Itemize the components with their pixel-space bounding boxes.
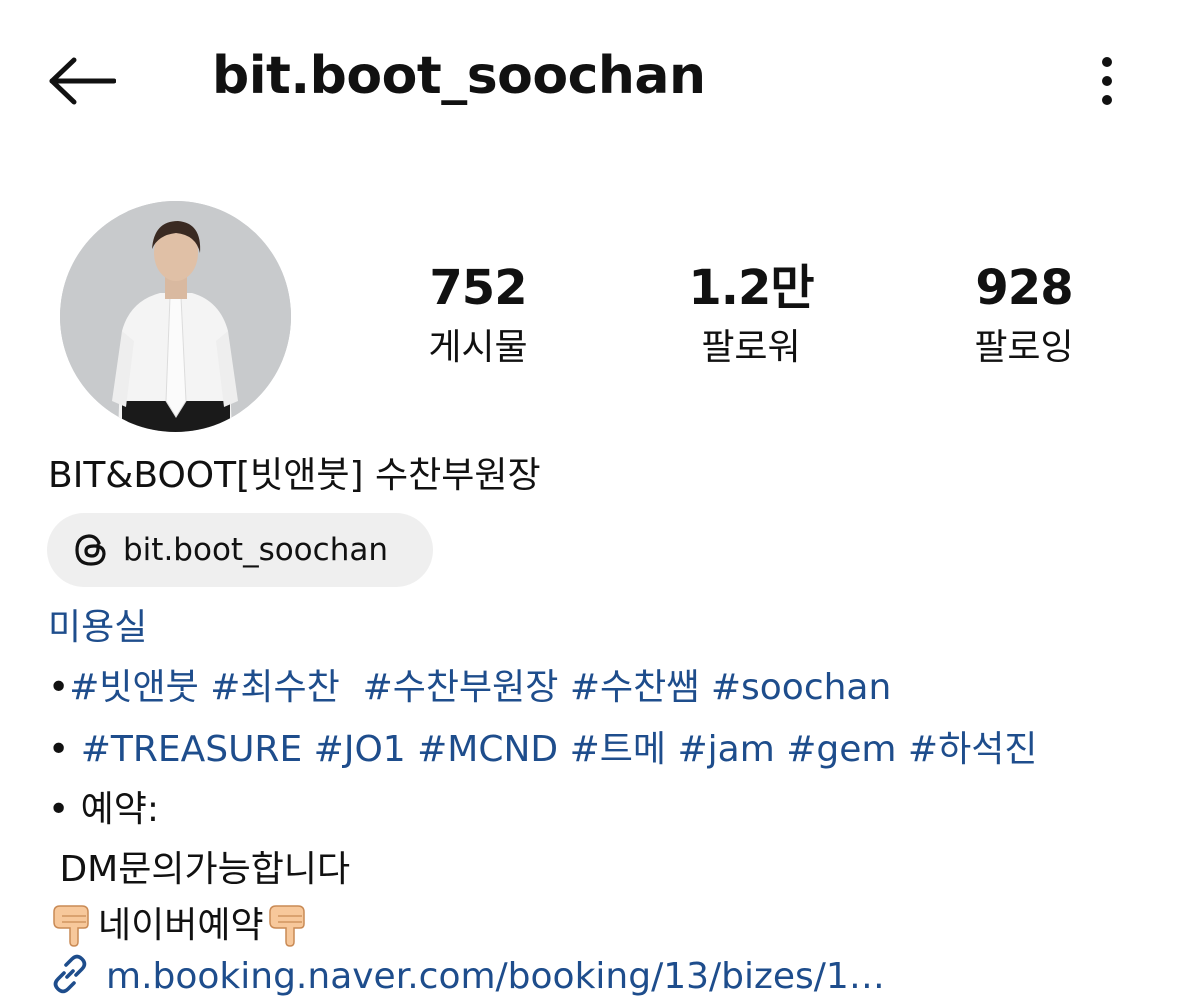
hashtag-link[interactable]: #빗앤붓 — [69, 667, 199, 708]
bio-external-link[interactable]: m.booking.naver.com/booking/13/bizes/1… — [48, 952, 885, 1000]
avatar-image — [60, 201, 291, 432]
posts-label: 게시물 — [428, 327, 528, 368]
posts-count: 752 — [429, 260, 527, 316]
following-label: 팔로잉 — [974, 327, 1074, 368]
bio-hashtag-line-1: •#빗앤붓 #최수찬 #수찬부원장 #수찬쌤 #soochan — [48, 658, 891, 710]
hashtag-link[interactable]: #gem — [786, 729, 896, 770]
profile-username-title: bit.boot_soochan — [212, 46, 706, 106]
bio-hashtag-line-2: • #TREASURE #JO1 #MCND #트메 #jam #gem #하석… — [48, 720, 1037, 772]
hashtag-link[interactable]: #수찬부원장 — [363, 667, 559, 708]
bio-naver-line: 네이버예약 — [48, 896, 314, 957]
followers-stat[interactable]: 1.2만 팔로워 — [651, 258, 851, 376]
hashtag-link[interactable]: #하석진 — [908, 729, 1038, 770]
more-vertical-icon — [1100, 56, 1114, 110]
threads-icon — [71, 530, 111, 570]
hashtag-link[interactable]: #soochan — [711, 667, 891, 708]
link-icon — [48, 952, 92, 1000]
hashtag-link[interactable]: #최수찬 — [210, 667, 340, 708]
threads-handle: bit.boot_soochan — [123, 532, 388, 568]
hashtag-link[interactable]: #JO1 — [314, 729, 406, 770]
bio-reservation-line: • 예약: — [48, 789, 160, 830]
followers-count: 1.2만 — [688, 260, 814, 316]
more-options-button[interactable] — [1084, 50, 1130, 116]
bullet: • — [48, 667, 70, 708]
back-button[interactable] — [44, 50, 120, 116]
hashtag-link[interactable]: #MCND — [417, 729, 558, 770]
followers-label: 팔로워 — [701, 327, 801, 368]
pointing-down-hand-icon — [264, 898, 314, 957]
bullet: • — [48, 729, 70, 770]
bio-dm-line: DM문의가능합니다 — [48, 849, 351, 890]
hashtag-link[interactable]: #TREASURE — [81, 729, 303, 770]
arrow-left-icon — [48, 56, 117, 110]
naver-reservation-text: 네이버예약 — [98, 905, 264, 946]
posts-stat[interactable]: 752 게시물 — [378, 258, 578, 376]
avatar[interactable] — [60, 201, 291, 432]
following-count: 928 — [975, 260, 1073, 316]
hashtag-link[interactable]: #트메 — [570, 729, 666, 770]
pointing-down-hand-icon — [48, 898, 98, 957]
profile-category: 미용실 — [48, 607, 148, 648]
following-stat[interactable]: 928 팔로잉 — [924, 258, 1124, 376]
profile-display-name: BIT&BOOT[빗앤붓] 수찬부원장 — [48, 455, 541, 496]
bio-link-text: m.booking.naver.com/booking/13/bizes/1… — [106, 955, 885, 997]
hashtag-link[interactable]: #jam — [677, 729, 774, 770]
hashtag-link[interactable]: #수찬쌤 — [570, 667, 700, 708]
threads-badge[interactable]: bit.boot_soochan — [47, 513, 433, 587]
